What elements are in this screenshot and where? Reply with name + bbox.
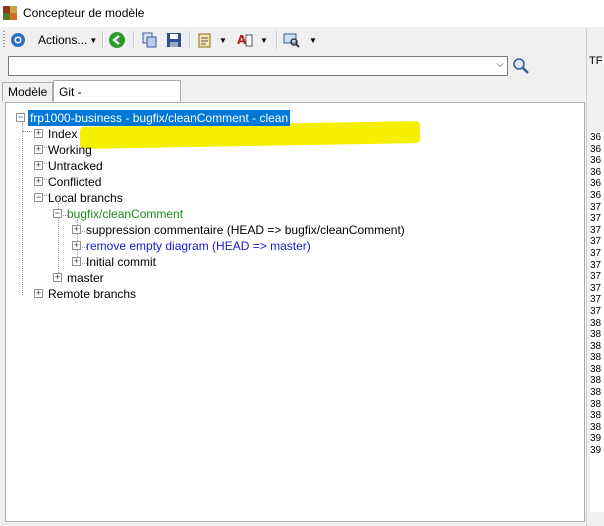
line-number: 38 xyxy=(590,387,602,399)
spelling-button[interactable]: A ▼ xyxy=(236,30,268,50)
search-icon[interactable] xyxy=(511,57,531,75)
line-number: 36 xyxy=(590,166,602,178)
line-number: 36 xyxy=(590,132,602,143)
copy-icon xyxy=(142,32,157,48)
chevron-down-icon[interactable]: ⌵ xyxy=(496,59,504,70)
tree-node-label[interactable]: bugfix/cleanComment xyxy=(65,206,185,222)
expand-icon[interactable]: + xyxy=(72,225,81,234)
refresh-button[interactable] xyxy=(108,30,126,50)
tree-node-label[interactable]: suppression commentaire (HEAD => bugfix/… xyxy=(84,222,407,238)
toolbar-separator xyxy=(102,31,104,49)
tree-connector xyxy=(22,131,32,132)
line-number: 38 xyxy=(590,340,602,352)
tree-node-label[interactable]: Untracked xyxy=(46,158,105,174)
tree-node-label[interactable]: frp1000-business - bugfix/cleanComment -… xyxy=(28,110,291,126)
expand-icon[interactable]: + xyxy=(34,289,43,298)
actions-button[interactable]: Actions... ▼ xyxy=(10,30,97,50)
toolbar: Actions... ▼ ▼ A ▼ ▼ xyxy=(0,28,586,52)
tree-node-label[interactable]: Conflicted xyxy=(46,174,103,190)
collapse-icon[interactable]: − xyxy=(16,113,25,122)
expand-icon[interactable]: + xyxy=(34,145,43,154)
save-button[interactable] xyxy=(166,30,182,50)
expand-icon[interactable]: + xyxy=(34,161,43,170)
line-number: 37 xyxy=(590,294,602,306)
line-number: 39 xyxy=(590,433,602,445)
collapse-icon[interactable]: − xyxy=(34,193,43,202)
toolbar-separator xyxy=(189,31,191,49)
expand-icon[interactable]: + xyxy=(34,177,43,186)
gear-icon xyxy=(11,33,25,47)
line-number: 36 xyxy=(590,143,602,155)
window-title: Concepteur de modèle xyxy=(23,6,145,20)
line-number: 38 xyxy=(590,329,602,341)
toolbar-separator xyxy=(276,31,278,49)
line-number: 38 xyxy=(590,363,602,375)
copy-button[interactable] xyxy=(142,30,158,50)
tab-git[interactable]: Git - bugfix/cleanComment xyxy=(53,80,182,121)
chevron-down-icon: ▼ xyxy=(260,35,268,45)
expand-icon[interactable]: + xyxy=(72,241,81,250)
line-number: 38 xyxy=(590,375,602,387)
tree-node-label[interactable]: Remote branchs xyxy=(46,286,138,302)
document-icon xyxy=(198,33,211,48)
line-number: 37 xyxy=(590,305,602,317)
toolbar-separator xyxy=(133,31,135,49)
tree-node-label[interactable]: remove empty diagram (HEAD => master) xyxy=(84,238,313,254)
expand-icon[interactable]: + xyxy=(53,273,62,282)
tab-modele[interactable]: Modèle xyxy=(2,82,54,101)
line-number: 38 xyxy=(590,410,602,422)
line-number: 39 xyxy=(590,445,602,457)
side-panel-tab[interactable]: TF xyxy=(589,55,602,67)
line-number: 38 xyxy=(590,421,602,433)
tree-connector xyxy=(22,123,23,295)
line-number: 37 xyxy=(590,247,602,259)
line-number: 38 xyxy=(590,317,602,329)
line-number: 37 xyxy=(590,282,602,294)
find-icon xyxy=(283,33,300,48)
chevron-down-icon: ▼ xyxy=(89,35,98,45)
line-number: 37 xyxy=(590,201,602,213)
line-number: 36 xyxy=(590,155,602,167)
tree-node-label[interactable]: Initial commit xyxy=(84,254,158,270)
line-number: 37 xyxy=(590,224,602,236)
line-number: 38 xyxy=(590,398,602,410)
save-icon xyxy=(167,33,181,47)
chevron-down-icon: ▼ xyxy=(219,35,227,45)
title-bar: Concepteur de modèle xyxy=(0,0,604,27)
text-check-icon: A xyxy=(237,33,253,47)
back-arrow-icon xyxy=(109,32,125,48)
tree-node-label[interactable]: Index xyxy=(46,126,79,142)
tree-node-label[interactable]: master xyxy=(65,270,106,286)
collapse-icon[interactable]: − xyxy=(53,209,62,218)
tree-node-label[interactable]: Local branchs xyxy=(46,190,125,206)
side-panel: TF 36 36 36 36 36 36 37 37 37 37 37 37 3… xyxy=(586,28,604,526)
app-icon xyxy=(3,6,17,20)
line-number: 37 xyxy=(590,236,602,248)
chevron-down-icon: ▼ xyxy=(309,35,317,45)
line-number: 36 xyxy=(590,189,602,201)
line-number: 38 xyxy=(590,352,602,364)
properties-button[interactable]: ▼ xyxy=(197,30,227,50)
expand-icon[interactable]: + xyxy=(34,129,43,138)
search-tool-button[interactable]: ▼ xyxy=(283,30,317,50)
search-combobox[interactable]: ⌵ xyxy=(8,56,508,76)
tree-node-label[interactable]: Working xyxy=(46,142,94,158)
expand-icon[interactable]: + xyxy=(72,257,81,266)
line-number: 37 xyxy=(590,271,602,283)
line-number: 37 xyxy=(590,213,602,225)
toolbar-grip[interactable] xyxy=(3,31,5,49)
actions-label: Actions... xyxy=(38,33,88,47)
line-number-list: 36 36 36 36 36 36 37 37 37 37 37 37 37 3… xyxy=(590,132,604,512)
line-number: 36 xyxy=(590,178,602,190)
line-number: 37 xyxy=(590,259,602,271)
